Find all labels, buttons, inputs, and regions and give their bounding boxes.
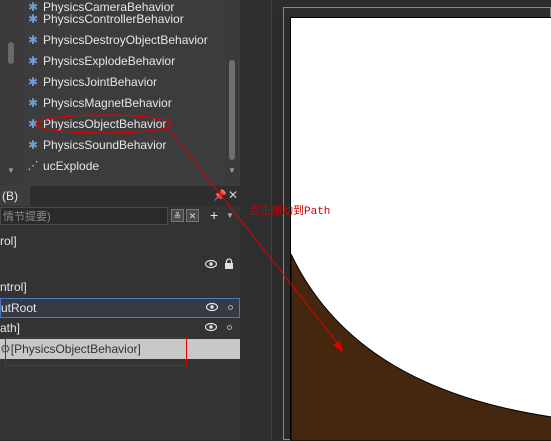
behavior-item[interactable]: ✱ PhysicsJointBehavior bbox=[26, 71, 222, 92]
behavior-label: PhysicsObjectBehavior bbox=[43, 116, 167, 131]
tab-objects-timeline[interactable]: (B) bbox=[0, 186, 30, 206]
gear-icon: ✱ bbox=[27, 95, 39, 110]
eye-icon[interactable] bbox=[206, 302, 218, 312]
left-scrollbar-thumb[interactable] bbox=[8, 42, 14, 64]
behavior-label: PhysicsMagnetBehavior bbox=[43, 95, 172, 110]
tree-row-label: utRoot bbox=[1, 301, 37, 315]
eye-icon[interactable] bbox=[205, 259, 217, 269]
behavior-label: PhysicsDestroyObjectBehavior bbox=[43, 32, 208, 47]
gear-icon: ✱ bbox=[27, 74, 39, 89]
canvas[interactable] bbox=[290, 17, 551, 441]
user-control-icon: ⋰ bbox=[27, 160, 39, 172]
behavior-label: PhysicsControllerBehavior bbox=[43, 11, 184, 26]
lock-toggle-dot-icon[interactable] bbox=[227, 325, 232, 330]
gear-icon: ✱ bbox=[27, 11, 39, 26]
search-input[interactable]: 情节提要) bbox=[0, 207, 168, 225]
behavior-item[interactable]: ✱ PhysicsControllerBehavior bbox=[26, 8, 222, 29]
artboard[interactable] bbox=[240, 0, 551, 441]
tree-row-label: [PhysicsObjectBehavior] bbox=[10, 342, 141, 356]
add-storyboard-icon[interactable]: + bbox=[210, 207, 218, 223]
clear-search-icon[interactable]: ✕ bbox=[186, 209, 199, 222]
chevron-down-icon[interactable]: ▼ bbox=[226, 211, 234, 220]
gear-icon: ✱ bbox=[27, 137, 39, 152]
behavior-label: PhysicsSoundBehavior bbox=[43, 137, 167, 152]
gear-icon: ✱ bbox=[27, 32, 39, 47]
tree-row-control[interactable]: ntrol] bbox=[0, 277, 240, 297]
eye-icon[interactable] bbox=[205, 322, 217, 332]
lock-toggle-dot-icon[interactable] bbox=[228, 305, 233, 310]
behavior-item[interactable]: ⋰ ucExplode bbox=[26, 155, 222, 176]
behavior-label: PhysicsJointBehavior bbox=[43, 74, 158, 89]
lock-icon[interactable] bbox=[224, 258, 234, 270]
behavior-glyph-icon: ⚙ bbox=[0, 342, 11, 356]
behavior-item-physics-object[interactable]: ✱ PhysicsObjectBehavior bbox=[26, 113, 222, 134]
tree-row-label: rol] bbox=[0, 234, 17, 248]
tree-row-user-control[interactable]: rol] bbox=[0, 231, 240, 251]
behavior-label: ucExplode bbox=[43, 158, 100, 173]
tree-row-label: ntrol] bbox=[0, 280, 27, 294]
behavior-label: PhysicsExplodeBehavior bbox=[43, 53, 176, 68]
tree-row-physics-object-behavior[interactable]: ⚙[PhysicsObjectBehavior] bbox=[0, 339, 240, 359]
right-scrollbar-thumb[interactable] bbox=[229, 60, 235, 160]
objects-timeline-panel: (B) 📌 ✕ 情节提要) ≚ ✕ + ▼ rol] ntrol] utRoot… bbox=[0, 186, 240, 440]
pin-icon[interactable]: 📌 bbox=[213, 189, 227, 202]
gear-icon: ✱ bbox=[27, 116, 39, 131]
tree-row-layout-root[interactable]: utRoot bbox=[0, 298, 240, 318]
panel-tab-bar: (B) 📌 ✕ bbox=[0, 186, 240, 206]
behaviors-panel: ▼ ✱ PhysicsCameraBehavior ✱ PhysicsContr… bbox=[0, 0, 240, 186]
behavior-item[interactable]: ✱ PhysicsSoundBehavior bbox=[26, 134, 222, 155]
scroll-down-arrow-icon[interactable]: ▼ bbox=[7, 166, 15, 175]
behavior-item[interactable]: ✱ PhysicsExplodeBehavior bbox=[26, 50, 222, 71]
close-icon[interactable]: ✕ bbox=[228, 188, 238, 202]
path-shape[interactable] bbox=[291, 18, 551, 441]
collapse-all-icon[interactable]: ≚ bbox=[171, 209, 184, 222]
tree-row-path[interactable]: ath] bbox=[0, 318, 240, 338]
left-scrollbar[interactable]: ▼ bbox=[0, 0, 22, 186]
scroll-down-arrow-icon[interactable]: ▼ bbox=[228, 166, 236, 175]
tree-row-empty[interactable] bbox=[0, 255, 240, 275]
gear-icon: ✱ bbox=[27, 53, 39, 68]
tree-row-label: ath] bbox=[0, 321, 21, 335]
behavior-item[interactable]: ✱ PhysicsDestroyObjectBehavior bbox=[26, 29, 222, 50]
panel-splitter[interactable] bbox=[240, 0, 272, 440]
right-scrollbar[interactable]: ▼ bbox=[226, 0, 238, 186]
behavior-item[interactable]: ✱ PhysicsMagnetBehavior bbox=[26, 92, 222, 113]
